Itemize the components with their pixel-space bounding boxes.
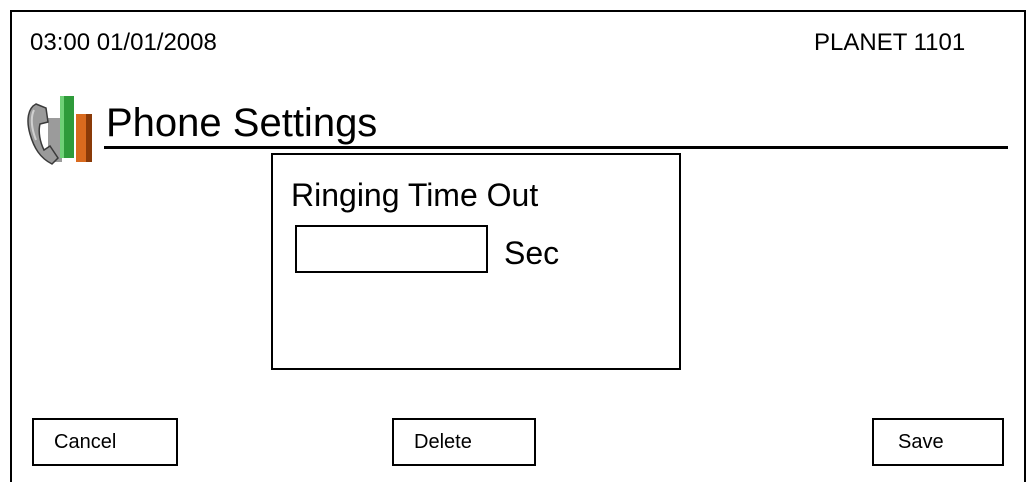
cancel-button[interactable]: Cancel — [32, 418, 178, 466]
unit-label: Sec — [504, 235, 560, 271]
phone-settings-icon — [26, 96, 100, 168]
ringing-timeout-label: Ringing Time Out — [291, 177, 539, 213]
delete-button[interactable]: Delete — [392, 418, 536, 466]
save-button[interactable]: Save — [872, 418, 1004, 466]
device-name: PLANET 1101 — [814, 29, 966, 56]
ringing-timeout-input[interactable] — [295, 225, 488, 273]
page-title: Phone Settings — [106, 101, 378, 145]
title-underline — [104, 146, 1008, 149]
datetime: 03:00 01/01/2008 — [30, 29, 217, 56]
